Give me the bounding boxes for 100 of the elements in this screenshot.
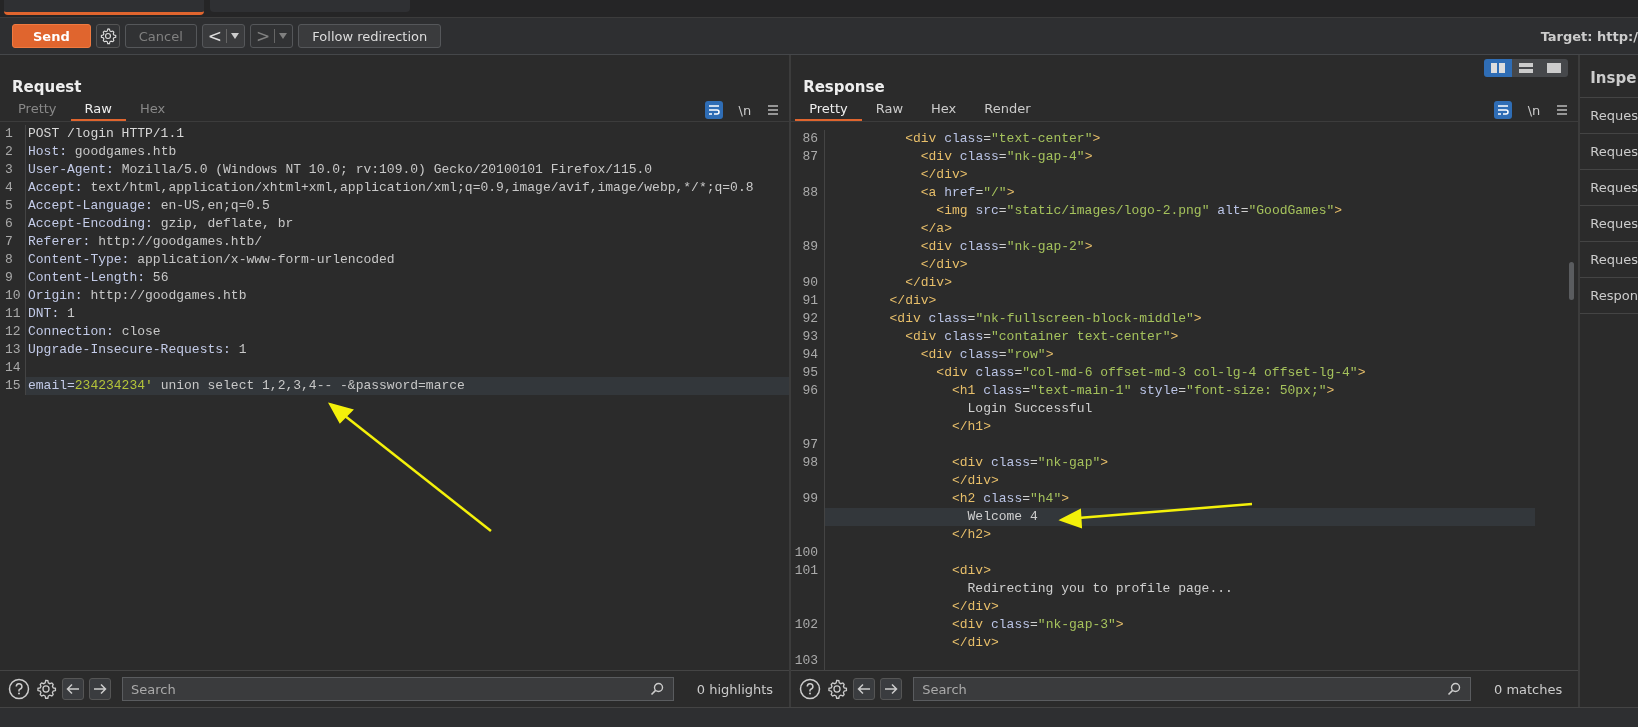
inspector-section[interactable]: Respon xyxy=(1580,278,1638,314)
code-line: Referer: http://goodgames.htb/ xyxy=(27,233,263,251)
inspector-section[interactable]: Reques xyxy=(1580,242,1638,278)
inspector-section[interactable]: Reques xyxy=(1580,170,1638,206)
next-button[interactable] xyxy=(89,678,111,700)
code-line: Content-Type: application/x-www-form-urlencoded xyxy=(27,251,395,269)
code-line: </div> xyxy=(950,472,999,490)
search-field[interactable]: Search xyxy=(122,677,674,701)
view-tab[interactable]: Pretty xyxy=(4,99,71,121)
line-number: 90 xyxy=(802,275,819,290)
code-line: <h1 class="text-main-1" style="font-size: 50px;"> xyxy=(950,382,1335,400)
single-panel-icon xyxy=(1547,63,1562,73)
line-number: 9 xyxy=(0,269,26,287)
line-number: 95 xyxy=(802,365,819,380)
code-line: </div> xyxy=(950,598,999,616)
line-number: 99 xyxy=(802,491,819,506)
menu-icon[interactable] xyxy=(1556,105,1569,115)
code-line: <a href="/"> xyxy=(919,184,1015,202)
next-button[interactable] xyxy=(880,678,903,700)
code-line: <div class="text-center"> xyxy=(904,130,1101,148)
rows-layout-icon xyxy=(1519,63,1534,73)
help-icon[interactable] xyxy=(799,678,822,700)
line-number: 8 xyxy=(0,251,26,269)
scrollbar[interactable] xyxy=(1569,262,1575,300)
code-line: User-Agent: Mozilla/5.0 (Windows NT 10.0; rv:109.0) Gecko/20100101 Firefox/115.0 xyxy=(27,161,653,179)
newline-toggle[interactable]: \n xyxy=(738,102,752,118)
line-number: 7 xyxy=(0,233,26,251)
line-number: 88 xyxy=(802,185,819,200)
right-arrow-icon xyxy=(884,683,899,695)
inspector-section[interactable]: Reques xyxy=(1580,206,1638,242)
settings-icon[interactable] xyxy=(35,678,57,700)
inspector-section[interactable]: Reques xyxy=(1580,134,1638,170)
code-line: Upgrade-Insecure-Requests: 1 xyxy=(27,341,247,359)
previous-button[interactable] xyxy=(62,678,84,700)
code-line: <div class="row"> xyxy=(919,346,1054,364)
line-number: 100 xyxy=(794,545,819,560)
pane-title: Response xyxy=(802,77,886,98)
code-line: POST /login HTTP/1.1 xyxy=(27,125,185,143)
code-line: Redirecting you to profile page... xyxy=(966,580,1233,598)
inspector-section[interactable]: Reques xyxy=(1580,98,1638,134)
view-tab[interactable]: Pretty xyxy=(795,99,862,121)
code-line: Accept: text/html,application/xhtml+xml,application/xml;q=0.9,image/avif,image/webp,*/*;q=0.8 xyxy=(27,179,754,197)
line-number: 87 xyxy=(802,149,819,164)
menu-icon[interactable] xyxy=(767,105,780,115)
code-line: </h2> xyxy=(950,526,991,544)
code-line: Connection: close xyxy=(27,323,161,341)
view-tab[interactable]: Raw xyxy=(861,99,918,121)
line-number: 14 xyxy=(0,359,26,377)
line-number: 101 xyxy=(794,563,819,578)
wrap-lines-icon[interactable] xyxy=(1493,101,1512,119)
wrap-lines-icon[interactable] xyxy=(704,101,723,119)
code-line: Origin: http://goodgames.htb xyxy=(27,287,247,305)
layout-button[interactable] xyxy=(1540,59,1569,77)
view-tab[interactable]: Raw xyxy=(70,99,126,121)
code-line: DNT: 1 xyxy=(27,305,75,323)
code-line: <h2 class="h4"> xyxy=(950,490,1070,508)
previous-button[interactable] xyxy=(853,678,876,700)
line-number: 91 xyxy=(802,293,819,308)
code-line: <div class="nk-fullscreen-block-middle"> xyxy=(888,310,1202,328)
code-line: <img src="static/images/logo-2.png" alt="GoodGames"> xyxy=(935,202,1343,220)
dropdown-caret-icon xyxy=(231,33,240,39)
code-line: <div class="nk-gap-3"> xyxy=(950,616,1124,634)
code-line: </div> xyxy=(888,292,937,310)
layout-button[interactable] xyxy=(1484,59,1513,77)
line-number: 4 xyxy=(0,179,26,197)
line-number: 98 xyxy=(802,455,819,470)
code-line: </div> xyxy=(904,274,952,292)
code-line: <div class="col-md-6 offset-md-3 col-lg-4 offset-lg-4"> xyxy=(935,364,1366,382)
left-arrow-icon xyxy=(857,683,872,695)
code-line: </div> xyxy=(919,166,968,184)
code-line: Content-Length: 56 xyxy=(27,269,169,287)
tab[interactable] xyxy=(4,0,204,15)
newline-toggle[interactable]: \n xyxy=(1527,102,1541,118)
view-tab[interactable]: Render xyxy=(970,99,1045,121)
pane-title: Request xyxy=(11,77,83,98)
line-number: 12 xyxy=(0,323,26,341)
line-number: 5 xyxy=(0,197,26,215)
line-number: 89 xyxy=(802,239,819,254)
inspector-title: Inspe xyxy=(1580,59,1638,98)
view-tab[interactable]: Hex xyxy=(917,99,971,121)
settings-icon[interactable] xyxy=(826,678,849,700)
back-button[interactable]: < xyxy=(201,24,246,48)
left-arrow-icon xyxy=(66,683,80,695)
line-number: 6 xyxy=(0,215,26,233)
line-number: 93 xyxy=(802,329,819,344)
help-icon[interactable] xyxy=(8,678,30,700)
view-tab[interactable]: Hex xyxy=(125,99,180,121)
search-result-count: 0 matches xyxy=(1493,681,1564,697)
code-line: <div class="container text-center"> xyxy=(904,328,1179,346)
search-field[interactable]: Search xyxy=(913,677,1471,701)
target-label: Target: http:/ xyxy=(1540,28,1638,44)
settings-button[interactable] xyxy=(95,24,120,48)
dropdown-caret-icon xyxy=(279,33,288,39)
layout-button[interactable] xyxy=(1512,59,1541,77)
search-result-count: 0 highlights xyxy=(695,681,775,697)
code-line: </div> xyxy=(919,256,968,274)
right-arrow-icon xyxy=(93,683,107,695)
search-icon xyxy=(649,682,664,696)
code-line: Host: goodgames.htb xyxy=(27,143,177,161)
follow-redirection-button[interactable]: Follow redirection xyxy=(298,24,442,48)
